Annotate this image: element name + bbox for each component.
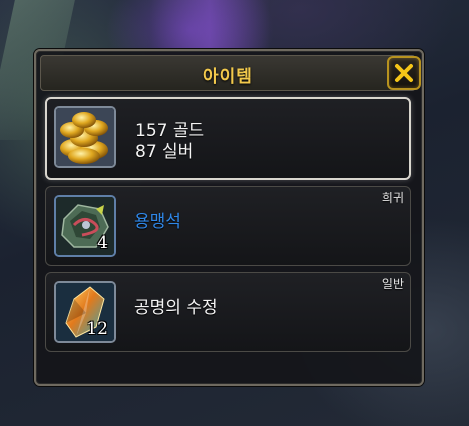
gold-coins-icon <box>54 106 116 168</box>
window-title: 아이템 <box>203 67 253 87</box>
title-bar: 아이템 <box>40 55 421 91</box>
dragonstone-icon: 4 <box>54 195 116 257</box>
item-name-dragonstone: 용맹석 <box>134 212 181 232</box>
item-quantity: 4 <box>97 233 108 253</box>
item-row-gold[interactable]: 157 골드 87 실버 <box>45 97 411 180</box>
item-row-crystal[interactable]: 12 공명의 수정 일반 <box>45 272 411 352</box>
item-grade-normal: 일반 <box>381 277 404 291</box>
item-grade-rare: 희귀 <box>381 191 404 205</box>
crystal-icon: 12 <box>54 281 116 343</box>
item-window: 아이템 157 골드 87 실버 4 용맹석 희귀 12 공명의 수정 일반 <box>34 49 424 386</box>
silver-amount: 87 실버 <box>135 142 194 162</box>
background-glow <box>150 0 270 50</box>
item-quantity: 12 <box>86 319 108 339</box>
item-row-dragonstone[interactable]: 4 용맹석 희귀 <box>45 186 411 266</box>
close-button[interactable] <box>387 56 421 90</box>
item-name-crystal: 공명의 수정 <box>134 298 218 318</box>
close-x-icon <box>395 64 413 82</box>
